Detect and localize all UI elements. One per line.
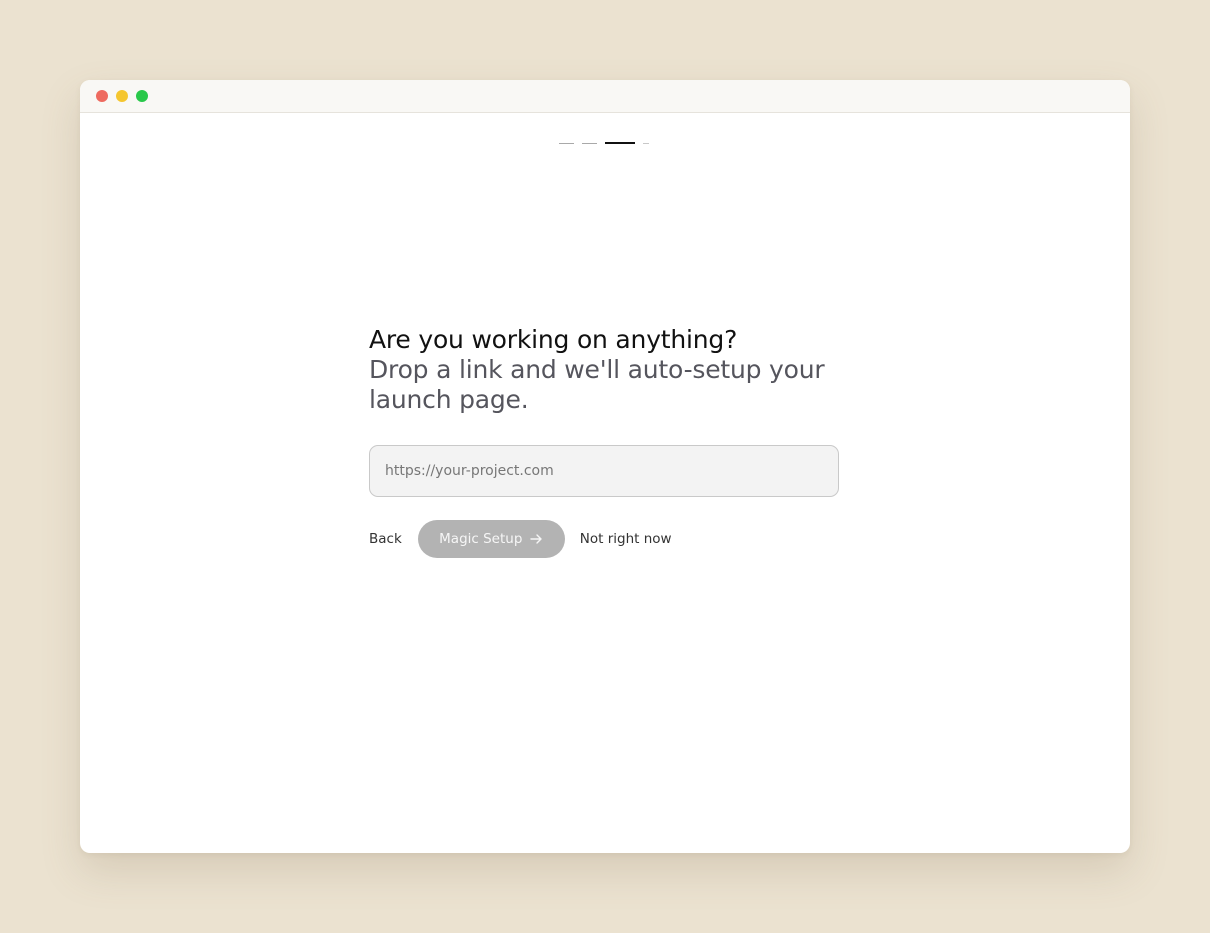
minimize-window-button[interactable] xyxy=(116,90,128,102)
arrow-right-icon xyxy=(530,533,543,545)
back-button[interactable]: Back xyxy=(369,531,402,547)
magic-setup-label: Magic Setup xyxy=(439,531,523,547)
action-row: Back Magic Setup Not right now xyxy=(369,520,839,558)
step-indicator-3-active xyxy=(605,142,635,144)
page-title: Are you working on anything? xyxy=(369,325,738,354)
not-right-now-button[interactable]: Not right now xyxy=(580,531,672,547)
onboarding-step-content: Are you working on anything? Drop a link… xyxy=(369,325,839,558)
zoom-window-button[interactable] xyxy=(136,90,148,102)
window-titlebar xyxy=(80,80,1130,113)
magic-setup-button[interactable]: Magic Setup xyxy=(417,520,565,558)
step-indicator-2 xyxy=(582,143,597,144)
step-indicator-4 xyxy=(643,143,649,144)
step-indicator-1 xyxy=(559,143,574,144)
close-window-button[interactable] xyxy=(96,90,108,102)
page-subtitle: Drop a link and we'll auto-setup your la… xyxy=(369,355,825,414)
app-window: Are you working on anything? Drop a link… xyxy=(80,80,1130,853)
project-url-input[interactable] xyxy=(369,445,839,497)
